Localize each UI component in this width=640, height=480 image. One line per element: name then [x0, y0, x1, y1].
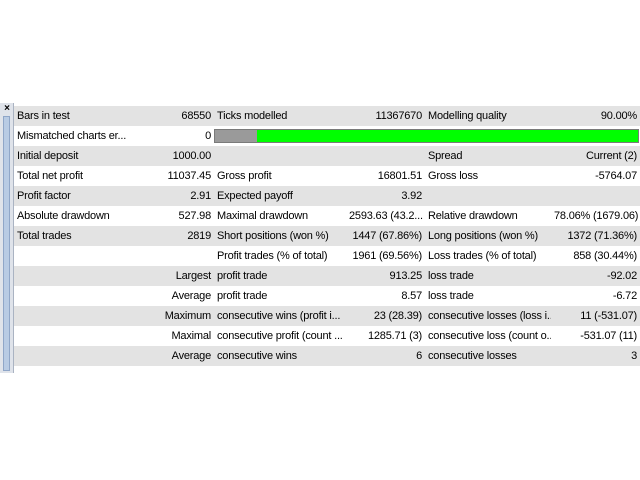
table-row: Bars in test 68550 Ticks modelled 113676… [14, 106, 640, 127]
label-max-consecutive-wins: consecutive wins (profit i... [214, 306, 346, 327]
cell-empty [14, 346, 158, 367]
label-average-loss-trade: loss trade [425, 286, 551, 307]
value-ticks-modelled: 11367670 [346, 106, 425, 127]
table-row: Average consecutive wins 6 consecutive l… [14, 346, 640, 367]
value-profit-trades: 1961 (69.56%) [346, 246, 425, 267]
value-short-positions: 1447 (67.86%) [346, 226, 425, 247]
label-ticks-modelled: Ticks modelled [214, 106, 346, 127]
label-loss-trades: Loss trades (% of total) [425, 246, 551, 267]
label-expected-payoff: Expected payoff [214, 186, 346, 207]
cell-empty [14, 246, 158, 267]
label-relative-drawdown: Relative drawdown [425, 206, 551, 227]
label-profit-trades: Profit trades (% of total) [214, 246, 346, 267]
table-row: Mismatched charts er... 0 [14, 126, 640, 147]
cell-empty [158, 246, 214, 267]
dock-title-bar[interactable] [3, 116, 10, 371]
label-largest-profit-trade: profit trade [214, 266, 346, 287]
label-maximal-drawdown: Maximal drawdown [214, 206, 346, 227]
value-total-trades: 2819 [158, 226, 214, 247]
table-row: Absolute drawdown 527.98 Maximal drawdow… [14, 206, 640, 227]
value-max-consecutive-wins: 23 (28.39) [346, 306, 425, 327]
value-average-consecutive-wins: 6 [346, 346, 425, 367]
cell-empty [551, 186, 640, 207]
table-row: Maximal consecutive profit (count ... 12… [14, 326, 640, 347]
label-gross-profit: Gross profit [214, 166, 346, 187]
label-maximum: Maximum [158, 306, 214, 327]
label-mismatched-charts-errors: Mismatched charts er... [14, 126, 158, 147]
table-row: Largest profit trade 913.25 loss trade -… [14, 266, 640, 287]
label-average-consecutive-losses: consecutive losses [425, 346, 551, 367]
label-bars-in-test: Bars in test [14, 106, 158, 127]
value-gross-loss: -5764.07 [551, 166, 640, 187]
value-loss-trades: 858 (30.44%) [551, 246, 640, 267]
label-average: Average [158, 346, 214, 367]
report-table: Bars in test 68550 Ticks modelled 113676… [14, 106, 640, 367]
value-largest-loss-trade: -92.02 [551, 266, 640, 287]
label-average-profit-trade: profit trade [214, 286, 346, 307]
table-row: Total trades 2819 Short positions (won %… [14, 226, 640, 247]
modelling-quality-bar-fill [257, 130, 638, 142]
table-row: Maximum consecutive wins (profit i... 23… [14, 306, 640, 327]
value-total-net-profit: 11037.45 [158, 166, 214, 187]
label-modelling-quality: Modelling quality [425, 106, 551, 127]
table-row: Average profit trade 8.57 loss trade -6.… [14, 286, 640, 307]
table-row: Initial deposit 1000.00 Spread Current (… [14, 146, 640, 167]
label-gross-loss: Gross loss [425, 166, 551, 187]
value-expected-payoff: 3.92 [346, 186, 425, 207]
label-max-consecutive-losses: consecutive losses (loss i... [425, 306, 551, 327]
cell-empty [14, 326, 158, 347]
value-maximal-consecutive-loss: -531.07 (11) [551, 326, 640, 347]
label-profit-factor: Profit factor [14, 186, 158, 207]
value-gross-profit: 16801.51 [346, 166, 425, 187]
value-mismatched-charts-errors: 0 [158, 126, 214, 147]
cell-empty [214, 146, 346, 167]
label-initial-deposit: Initial deposit [14, 146, 158, 167]
label-average-consecutive-wins: consecutive wins [214, 346, 346, 367]
table-row: Total net profit 11037.45 Gross profit 1… [14, 166, 640, 187]
value-average-loss-trade: -6.72 [551, 286, 640, 307]
value-initial-deposit: 1000.00 [158, 146, 214, 167]
label-maximal-consecutive-profit: consecutive profit (count ... [214, 326, 346, 347]
label-average: Average [158, 286, 214, 307]
cell-empty [14, 266, 158, 287]
cell-empty [14, 306, 158, 327]
label-total-net-profit: Total net profit [14, 166, 158, 187]
value-modelling-quality: 90.00% [551, 106, 640, 127]
value-long-positions: 1372 (71.36%) [551, 226, 640, 247]
label-spread: Spread [425, 146, 551, 167]
label-largest: Largest [158, 266, 214, 287]
label-short-positions: Short positions (won %) [214, 226, 346, 247]
modelling-quality-bar [214, 129, 639, 143]
label-total-trades: Total trades [14, 226, 158, 247]
value-average-consecutive-losses: 3 [551, 346, 640, 367]
label-long-positions: Long positions (won %) [425, 226, 551, 247]
table-row: Profit trades (% of total) 1961 (69.56%)… [14, 246, 640, 267]
value-maximal-drawdown: 2593.63 (43.2... [346, 206, 425, 227]
value-absolute-drawdown: 527.98 [158, 206, 214, 227]
value-average-profit-trade: 8.57 [346, 286, 425, 307]
quality-bar-cell [214, 126, 640, 147]
label-maximal-consecutive-loss: consecutive loss (count o... [425, 326, 551, 347]
value-relative-drawdown: 78.06% (1679.06) [551, 206, 640, 227]
value-maximal-consecutive-profit: 1285.71 (3) [346, 326, 425, 347]
value-spread: Current (2) [551, 146, 640, 167]
label-maximal: Maximal [158, 326, 214, 347]
close-icon[interactable]: × [2, 104, 12, 114]
cell-empty [14, 286, 158, 307]
value-bars-in-test: 68550 [158, 106, 214, 127]
cell-empty [425, 186, 551, 207]
value-max-consecutive-losses: 11 (-531.07) [551, 306, 640, 327]
table-row: Profit factor 2.91 Expected payoff 3.92 [14, 186, 640, 207]
value-profit-factor: 2.91 [158, 186, 214, 207]
cell-empty [346, 146, 425, 167]
label-largest-loss-trade: loss trade [425, 266, 551, 287]
value-largest-profit-trade: 913.25 [346, 266, 425, 287]
label-absolute-drawdown: Absolute drawdown [14, 206, 158, 227]
